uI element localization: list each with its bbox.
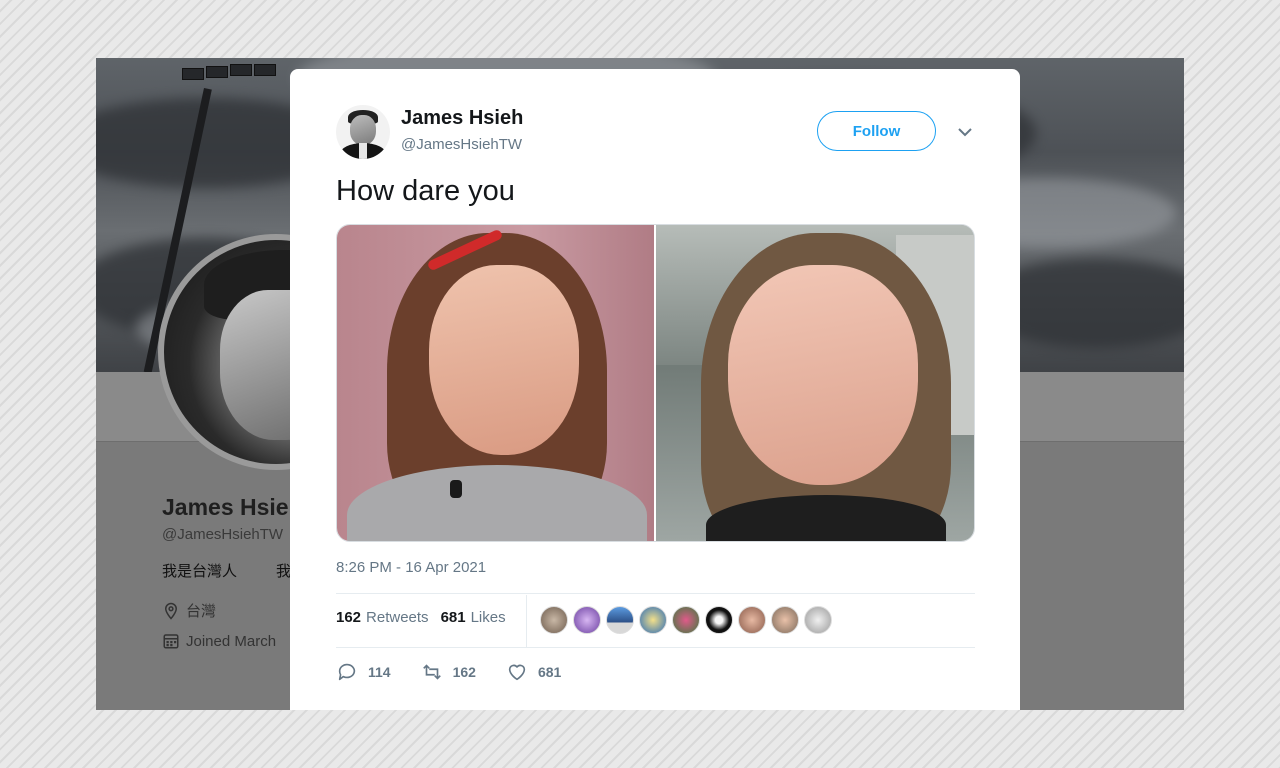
likes-label: Likes xyxy=(470,609,506,626)
author-handle[interactable]: @JamesHsiehTW xyxy=(401,136,522,153)
retweets-count: 162 xyxy=(336,609,362,626)
liker-avatar[interactable] xyxy=(771,606,799,634)
reply-icon xyxy=(338,663,356,681)
tweet-timestamp[interactable]: 8:26 PM - 16 Apr 2021 xyxy=(336,559,486,576)
retweet-count: 162 xyxy=(452,664,476,680)
calendar-icon xyxy=(163,634,179,649)
liker-avatar[interactable] xyxy=(804,606,832,634)
profile-joined: Joined March xyxy=(162,632,276,650)
follow-button[interactable]: Follow xyxy=(817,111,936,151)
tweet-media[interactable] xyxy=(336,224,975,542)
author-display-name[interactable]: James Hsieh xyxy=(401,107,523,130)
reply-count: 114 xyxy=(368,664,391,680)
heart-icon xyxy=(508,664,526,681)
reply-button[interactable]: 114 xyxy=(336,661,391,683)
tweet-text: How dare you xyxy=(336,175,515,207)
divider xyxy=(336,593,975,594)
retweets-stat[interactable]: 162 Retweets xyxy=(336,609,429,626)
media-photo-right[interactable] xyxy=(655,225,974,541)
location-pin-icon xyxy=(164,602,178,620)
chevron-down-icon[interactable] xyxy=(957,124,973,140)
retweet-icon xyxy=(422,664,441,680)
retweets-label: Retweets xyxy=(366,609,429,626)
liker-avatar[interactable] xyxy=(705,606,733,634)
stadium-light-icon xyxy=(182,64,282,90)
retweet-button[interactable]: 162 xyxy=(421,661,476,683)
liker-avatar[interactable] xyxy=(672,606,700,634)
author-avatar[interactable] xyxy=(336,105,390,159)
likes-stat[interactable]: 681 Likes xyxy=(441,609,506,626)
profile-bio: 我是台灣人 xyxy=(162,562,238,580)
tweet-actions: 114 162 681 xyxy=(336,661,591,683)
profile-location-text: 台灣 xyxy=(186,602,217,620)
liker-avatar[interactable] xyxy=(573,606,601,634)
divider xyxy=(336,647,975,648)
tweet-card: James Hsieh @JamesHsiehTW Follow How dar… xyxy=(290,69,1020,710)
liker-avatar[interactable] xyxy=(540,606,568,634)
like-count: 681 xyxy=(537,664,562,680)
profile-handle: @JamesHsiehTW xyxy=(162,526,284,543)
liker-avatar[interactable] xyxy=(606,606,634,634)
liker-avatar[interactable] xyxy=(639,606,667,634)
profile-joined-text: Joined March xyxy=(186,632,277,650)
media-photo-left[interactable] xyxy=(337,225,654,541)
likes-count: 681 xyxy=(440,609,466,626)
profile-location: 台灣 xyxy=(162,600,216,621)
liker-avatars xyxy=(540,606,832,634)
liker-avatar[interactable] xyxy=(738,606,766,634)
profile-name: James Hsie xyxy=(162,494,289,520)
divider xyxy=(526,595,527,647)
tweet-stats: 162 Retweets 681 Likes xyxy=(336,609,506,626)
like-button[interactable]: 681 xyxy=(506,661,561,683)
profile-bio-continued: 我 xyxy=(276,562,292,580)
